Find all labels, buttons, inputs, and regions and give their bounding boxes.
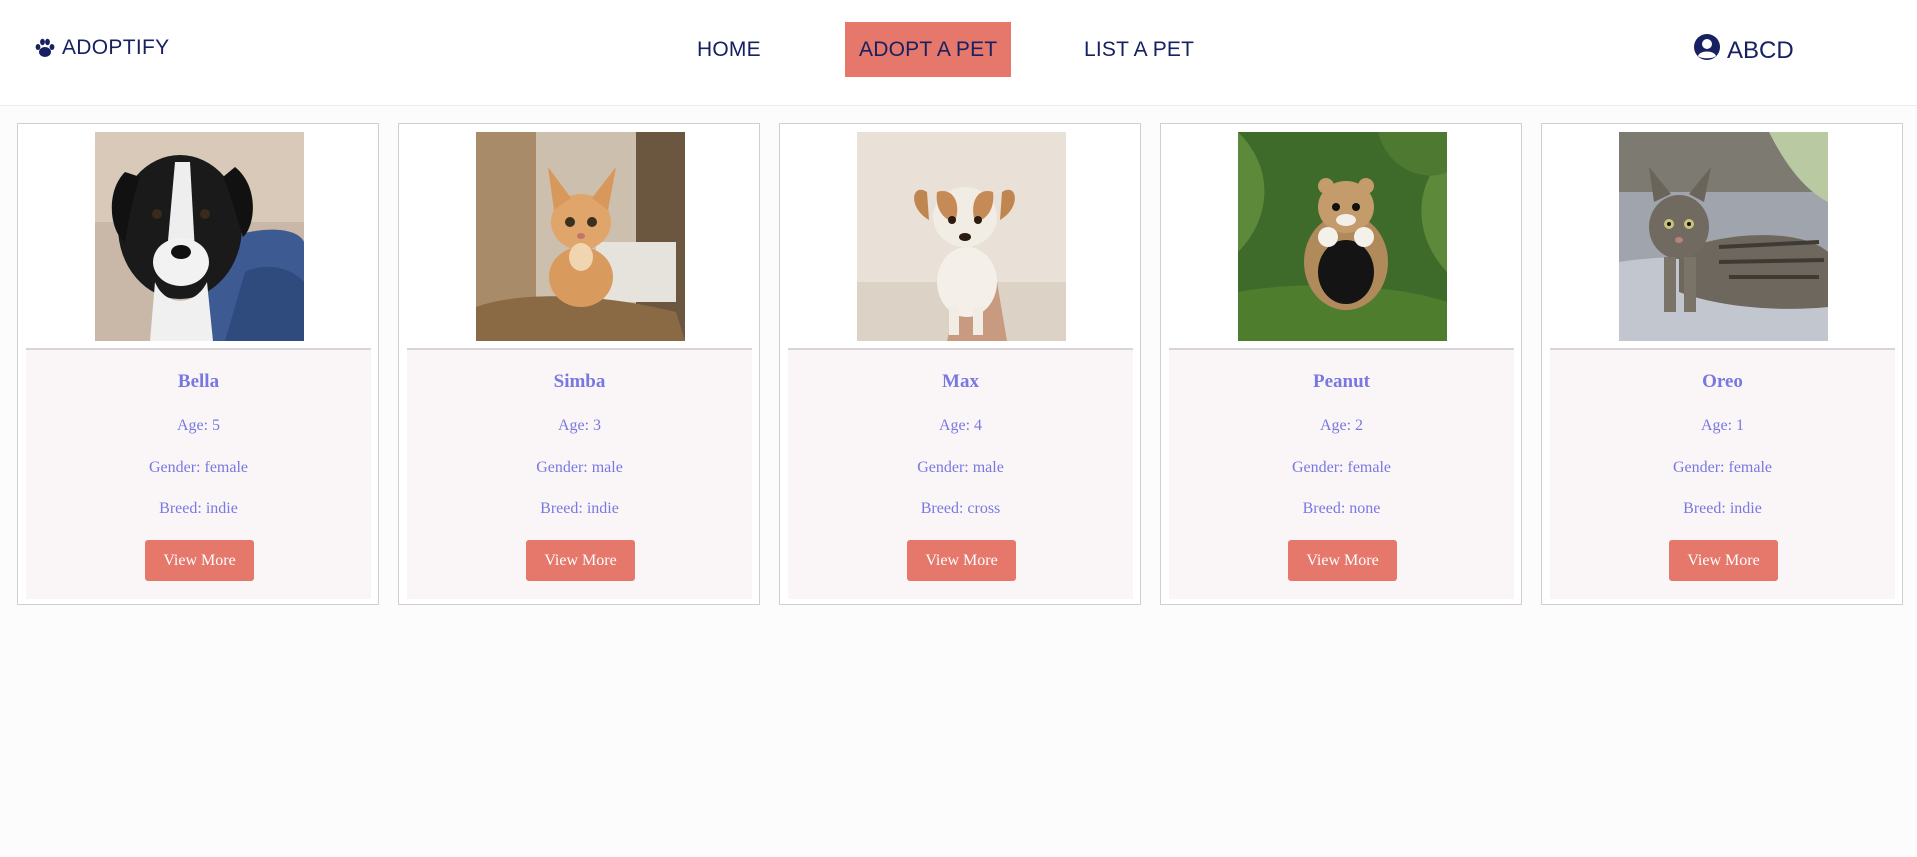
pet-name: Oreo — [1702, 371, 1743, 392]
pet-card: Simba Age: 3 Gender: male Breed: indie V… — [398, 123, 760, 605]
pet-age: Age: 2 — [1319, 417, 1364, 434]
view-more-button[interactable]: View More — [1669, 540, 1778, 581]
pet-breed: Breed: indie — [1683, 500, 1762, 517]
pet-info: Simba Age: 3 Gender: male Breed: indie V… — [407, 350, 752, 599]
pet-name: Simba — [553, 371, 606, 392]
pet-age: Age: 4 — [938, 417, 983, 434]
brand-name: ADOPTIFY — [62, 36, 170, 59]
pet-photo-tabby-cat — [1619, 132, 1828, 341]
pet-name: Peanut — [1313, 371, 1370, 392]
pet-card: Peanut Age: 2 Gender: female Breed: none… — [1160, 123, 1522, 605]
pet-age: Age: 3 — [557, 417, 602, 434]
pet-photo-kitten — [476, 132, 685, 341]
view-more-button[interactable]: View More — [1288, 540, 1397, 581]
pet-gender: Gender: female — [148, 459, 249, 476]
pet-age: Age: 5 — [176, 417, 221, 434]
user-name: ABCD — [1727, 36, 1794, 64]
view-more-button[interactable]: View More — [907, 540, 1016, 581]
pet-gender: Gender: male — [536, 459, 623, 476]
user-profile-link[interactable]: ABCD — [1693, 33, 1794, 68]
pet-card: Bella Age: 5 Gender: female Breed: indie… — [17, 123, 379, 605]
pet-card: Oreo Age: 1 Gender: female Breed: indie … — [1541, 123, 1903, 605]
nav-list-a-pet[interactable]: LIST A PET — [1070, 22, 1208, 77]
pet-breed: Breed: indie — [540, 500, 619, 517]
pet-name: Bella — [177, 371, 220, 392]
pet-photo-dog — [95, 132, 304, 341]
top-navbar: ADOPTIFY HOME ADOPT A PET LIST A PET ABC… — [0, 0, 1917, 106]
pet-breed: Breed: none — [1302, 500, 1381, 517]
pet-info: Peanut Age: 2 Gender: female Breed: none… — [1169, 350, 1514, 599]
pet-card: Max Age: 4 Gender: male Breed: cross Vie… — [779, 123, 1141, 605]
pet-info: Max Age: 4 Gender: male Breed: cross Vie… — [788, 350, 1133, 599]
pet-gender: Gender: male — [917, 459, 1004, 476]
pet-photo-hamster — [1238, 132, 1447, 341]
view-more-button[interactable]: View More — [526, 540, 635, 581]
pet-gender: Gender: female — [1672, 459, 1773, 476]
pet-age: Age: 1 — [1700, 417, 1745, 434]
pet-breed: Breed: cross — [920, 500, 1001, 517]
nav-home[interactable]: HOME — [683, 22, 775, 77]
pet-photo-puppy — [857, 132, 1066, 341]
pet-name: Max — [942, 371, 979, 392]
pet-breed: Breed: indie — [159, 500, 238, 517]
nav-adopt-a-pet[interactable]: ADOPT A PET — [845, 22, 1012, 77]
view-more-button[interactable]: View More — [145, 540, 254, 581]
pet-info: Bella Age: 5 Gender: female Breed: indie… — [26, 350, 371, 599]
brand-logo-link[interactable]: ADOPTIFY — [34, 36, 169, 60]
pet-gender: Gender: female — [1291, 459, 1392, 476]
pet-info: Oreo Age: 1 Gender: female Breed: indie … — [1550, 350, 1895, 599]
user-circle-icon — [1693, 33, 1721, 68]
paw-icon — [34, 38, 56, 58]
